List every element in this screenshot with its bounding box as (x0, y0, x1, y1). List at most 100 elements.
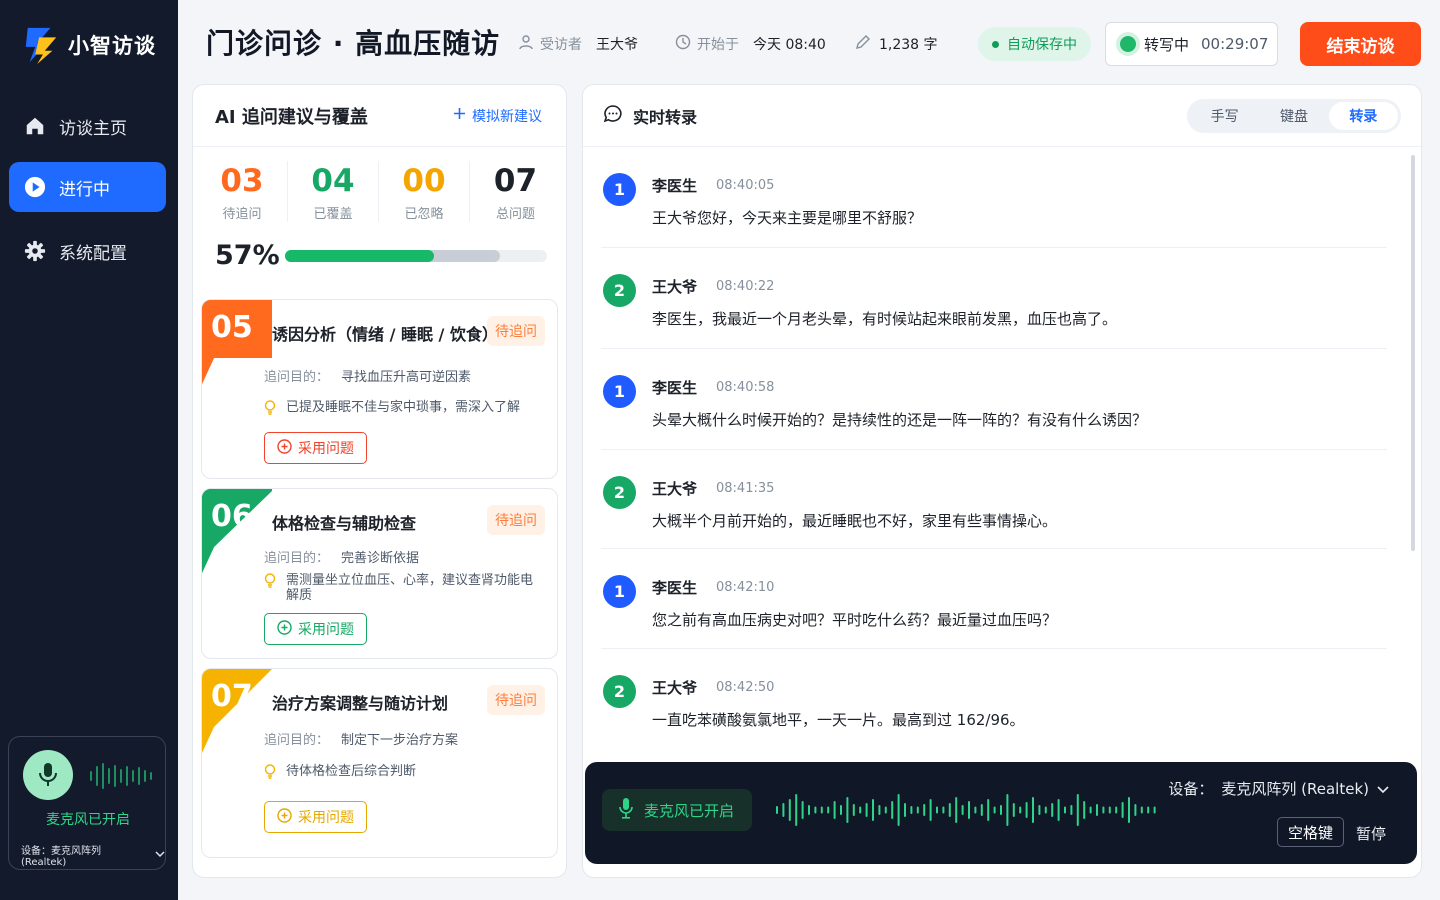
suggestion-card[interactable]: 06 体格检查与辅助检查 待追问 追问目的： 完善诊断依据 需测量坐立位血压、心率… (201, 488, 558, 659)
audio-wave-icon (90, 763, 152, 789)
card-number: 05 (211, 310, 253, 345)
hint-text: 需测量坐立位血压、心率，建议查肾功能电解质 (286, 573, 534, 603)
card-hint: 需测量坐立位血压、心率，建议查肾功能电解质 (264, 573, 544, 603)
status-badge: 待追问 (487, 505, 545, 535)
transcript-entry[interactable]: 2 王大爷 08:41:35 大概半个月前开始的，最近睡眠也不好，家里有些事情操… (601, 450, 1387, 549)
suggestion-card[interactable]: 07 治疗方案调整与随访计划 待追问 追问目的： 制定下一步治疗方案 待体格检查后… (201, 668, 558, 858)
adopt-question-button[interactable]: 采用问题 (264, 613, 367, 645)
purpose-text: 寻找血压升高可逆因素 (341, 370, 472, 385)
transcript-entry[interactable]: 1 李医生 08:42:10 您之前有高血压病史对吧？平时吃什么药？最近量过血压… (601, 549, 1387, 649)
speaker-name: 李医生 (652, 579, 698, 597)
card-purpose: 追问目的： 制定下一步治疗方案 (264, 729, 458, 748)
timestamp: 08:41:35 (716, 481, 775, 496)
card-title: 诱因分析（情绪 / 睡眠 / 饮食） (272, 325, 498, 344)
suggestions-header: AI 追问建议与覆盖 模拟新建议 (193, 85, 566, 147)
transcript-entry[interactable]: 2 王大爷 08:42:50 一直吃苯磺酸氨氯地平，一天一片。最高到过 162/… (601, 649, 1387, 749)
stat-covered: 04 已覆盖 (288, 161, 379, 222)
transcript-entry[interactable]: 1 李医生 08:40:05 王大爷您好，今天来主要是哪里不舒服？ (601, 147, 1387, 248)
page-title: 门诊问诊 · 高血压随访 (206, 27, 501, 60)
stat-label: 已忽略 (404, 207, 444, 222)
transcript-panel: 实时转录 手写 键盘 转录 1 李医生 08:40:05 王大爷您好，今天来主要… (582, 84, 1422, 878)
purpose-text: 完善诊断依据 (341, 551, 420, 566)
interviewee-meta: 受访者 王大爷 (518, 34, 638, 54)
spacebar-shortcut: 空格键 (1277, 817, 1345, 847)
transcript-list: 1 李医生 08:40:05 王大爷您好，今天来主要是哪里不舒服？ 2 王大爷 … (601, 147, 1387, 749)
chat-bubble-icon (603, 104, 623, 128)
tab-handwriting[interactable]: 手写 (1190, 102, 1259, 130)
mic-toggle[interactable]: 麦克风已开启 (602, 789, 752, 831)
plus-circle-icon (277, 807, 292, 827)
device-selector[interactable]: 设备： 麦克风阵列 (Realtek) (1168, 778, 1389, 799)
recording-dot-icon (1120, 36, 1136, 52)
adopt-question-button[interactable]: 采用问题 (264, 801, 367, 833)
adopt-label: 采用问题 (298, 810, 354, 826)
device-selector[interactable]: 设备：麦克风阵列 (Realtek) (21, 842, 165, 868)
sidebar-item-label: 访谈主页 (59, 118, 127, 139)
scrollbar[interactable] (1411, 155, 1415, 551)
stat-label: 待追问 (222, 207, 262, 222)
card-hint: 已提及睡眠不佳与家中琐事，需深入了解 (264, 400, 544, 419)
timestamp: 08:40:05 (716, 178, 775, 193)
speaker-name: 王大爷 (652, 278, 698, 296)
pause-button[interactable]: 暂停 (1356, 823, 1386, 844)
tab-keyboard[interactable]: 键盘 (1259, 102, 1328, 130)
speaker-badge: 1 (603, 173, 636, 206)
suggestions-panel: AI 追问建议与覆盖 模拟新建议 03 待追问 04 已覆盖 00 已忽略 07… (192, 84, 567, 878)
app-logo[interactable]: 小智访谈 (22, 26, 156, 64)
timestamp: 08:40:58 (716, 380, 775, 395)
mic-status-card[interactable]: 麦克风已开启 设备：麦克风阵列 (Realtek) (8, 736, 166, 870)
transcript-header: 实时转录 手写 键盘 转录 (583, 85, 1421, 147)
lightbulb-icon (264, 573, 278, 603)
elapsed-timer: 00:29:07 (1201, 35, 1269, 53)
sidebar-item-settings[interactable]: 系统配置 (9, 226, 166, 276)
plus-circle-icon (277, 619, 292, 639)
pencil-icon (855, 34, 871, 54)
card-hint: 待体格检查后综合判断 (264, 764, 544, 783)
suggestion-card[interactable]: 05 诱因分析（情绪 / 睡眠 / 饮食） 待追问 追问目的： 寻找血压升高可逆因… (201, 299, 558, 479)
transcript-text: 李医生，我最近一个月老头晕，有时候站起来眼前发黑，血压也高了。 (652, 310, 1118, 328)
word-count: 1,238 字 (879, 37, 938, 53)
sidebar-item-label: 系统配置 (59, 243, 127, 264)
clock-icon (675, 34, 691, 54)
speaker-badge: 2 (603, 274, 636, 307)
tab-transcribe[interactable]: 转录 (1328, 102, 1398, 130)
autosave-badge: 自动保存中 (978, 27, 1091, 61)
device-name: 麦克风阵列 (Realtek) (1221, 780, 1369, 798)
speaker-badge: 2 (603, 476, 636, 509)
transcript-entry[interactable]: 2 王大爷 08:40:22 李医生，我最近一个月老头晕，有时候站起来眼前发黑，… (601, 248, 1387, 349)
transcribing-label: 转写中 (1144, 35, 1190, 54)
stat-total: 07 总问题 (470, 161, 561, 222)
card-number: 07 (211, 679, 253, 714)
microphone-icon (618, 797, 634, 823)
adopt-label: 采用问题 (298, 441, 354, 457)
sidebar: 小智访谈 访谈主页 进行中 系统配置 麦克风已开启 设备：麦克风阵列 (Real… (0, 0, 178, 900)
lightbulb-icon (264, 400, 278, 419)
microphone-icon[interactable] (23, 750, 73, 800)
sidebar-item-in-progress[interactable]: 进行中 (9, 162, 166, 212)
transcript-text: 头晕大概什么时候开始的？是持续性的还是一阵一阵的？有没有什么诱因？ (652, 411, 1148, 429)
lightbulb-icon (264, 764, 278, 783)
card-title: 治疗方案调整与随访计划 (272, 694, 449, 713)
status-dot-icon (992, 40, 999, 48)
mic-label: 麦克风已开启 (644, 801, 735, 820)
stat-ignored: 00 已忽略 (379, 161, 470, 222)
transcript-title: 实时转录 (633, 107, 698, 127)
plus-icon (453, 107, 466, 124)
transcript-entry[interactable]: 1 李医生 08:40:58 头晕大概什么时候开始的？是持续性的还是一阵一阵的？… (601, 349, 1387, 450)
end-interview-button[interactable]: 结束访谈 (1300, 22, 1421, 66)
adopt-label: 采用问题 (298, 622, 354, 638)
adopt-question-button[interactable]: 采用问题 (264, 432, 367, 464)
purpose-label: 追问目的： (264, 733, 330, 748)
coverage-stats: 03 待追问 04 已覆盖 00 已忽略 07 总问题 (193, 161, 566, 222)
suggestions-title: AI 追问建议与覆盖 (215, 106, 368, 128)
app-name: 小智访谈 (68, 34, 156, 58)
coverage-progress: 57% (193, 240, 566, 271)
play-icon (23, 175, 47, 199)
sidebar-item-home[interactable]: 访谈主页 (9, 101, 166, 151)
simulate-suggestion-button[interactable]: 模拟新建议 (453, 106, 542, 126)
transcribing-status[interactable]: 转写中 00:29:07 (1105, 22, 1278, 66)
interviewee-label: 受访者 (540, 37, 582, 53)
stat-label: 总问题 (495, 207, 535, 222)
device-label: 设备：麦克风阵列 (Realtek) (21, 846, 101, 868)
stat-pending: 03 待追问 (197, 161, 288, 222)
